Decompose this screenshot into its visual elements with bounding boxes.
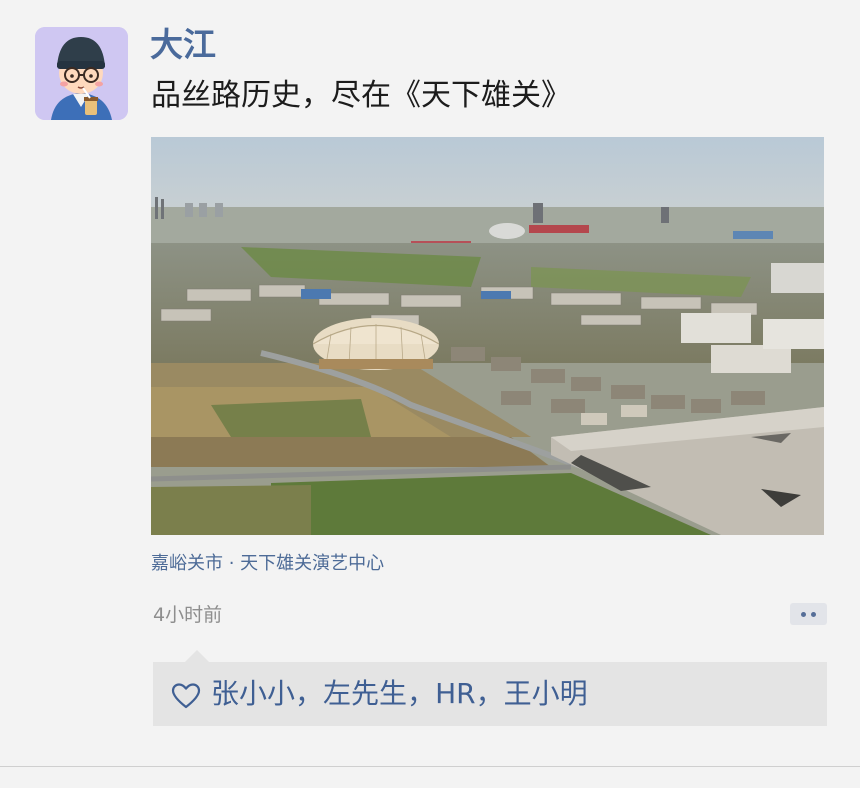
liker-name[interactable]: 左先生 [323,677,407,710]
moments-post: 大江 品丝路历史，尽在《天下雄关》 嘉峪关市 · 天下雄关演艺中心 4小时前 张… [0,0,860,788]
more-dots-icon [811,611,816,617]
post-text: 品丝路历史，尽在《天下雄关》 [151,78,571,113]
more-button[interactable] [790,603,827,625]
liker-name[interactable]: 张小小 [211,677,295,710]
post-photo[interactable] [151,137,824,535]
post-timestamp: 4小时前 [153,604,223,626]
author-name[interactable]: 大江 [150,22,216,68]
likers-list: 张小小，左先生，HR，王小明 [211,675,588,713]
heart-outline-icon [171,683,201,709]
post-divider [0,766,860,767]
liker-name[interactable]: 王小明 [504,677,588,710]
likes-panel: 张小小，左先生，HR，王小明 [153,662,827,726]
avatar[interactable] [35,27,128,120]
photo-aerial-town [151,137,824,535]
likes-caret [185,650,209,662]
location-link[interactable]: 嘉峪关市 · 天下雄关演艺中心 [151,552,384,576]
liker-name[interactable]: HR [435,677,476,710]
liker-separator: ， [407,677,436,710]
avatar-cartoon-icon [35,27,128,120]
liker-separator: ， [295,677,324,710]
more-dots-icon [801,611,806,617]
liker-separator: ， [475,677,504,710]
